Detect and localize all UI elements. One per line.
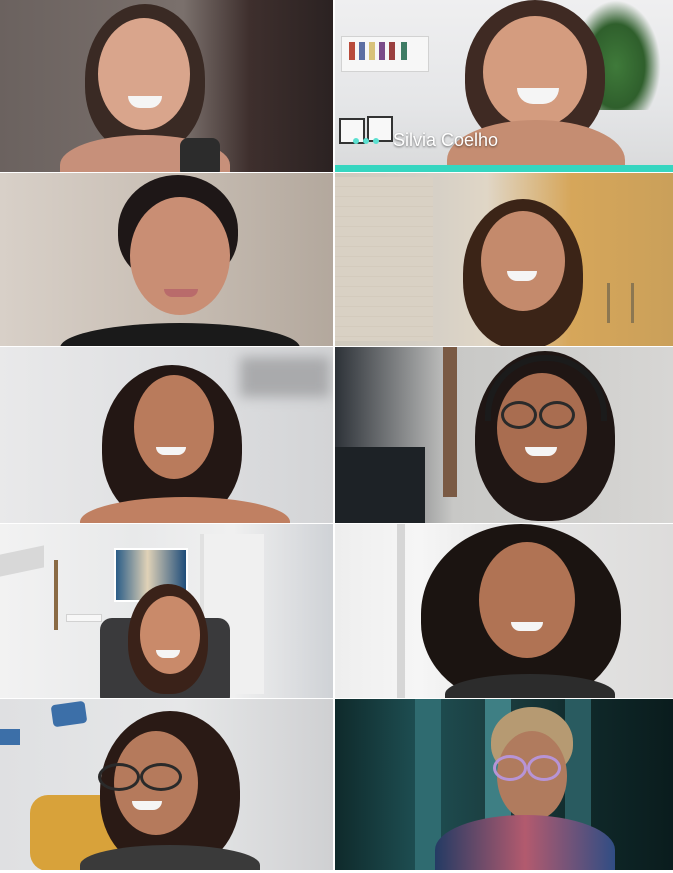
participant-tile-9[interactable]	[0, 699, 333, 871]
participant-video	[80, 357, 290, 523]
participant-video	[90, 574, 250, 698]
participant-video	[445, 193, 605, 346]
participant-name: Silvia Coelho	[393, 130, 499, 150]
participant-tile-4[interactable]	[335, 173, 673, 347]
glasses	[98, 763, 140, 791]
participant-tile-7[interactable]	[0, 524, 333, 699]
participant-tile-6[interactable]	[335, 347, 673, 524]
glasses	[140, 763, 182, 791]
participant-video	[445, 347, 645, 523]
participant-video	[40, 0, 240, 172]
participant-tile-1[interactable]	[0, 0, 333, 173]
participant-video	[435, 705, 615, 870]
participant-video	[80, 709, 270, 870]
glasses	[493, 755, 527, 781]
participant-video	[60, 173, 300, 346]
headphones	[485, 355, 607, 421]
participant-video	[405, 524, 655, 698]
participant-tile-2[interactable]: Silvia Coelho	[335, 0, 673, 173]
audio-dots-icon	[353, 138, 379, 144]
video-grid: Silvia Coelho	[0, 0, 673, 873]
participant-tile-8[interactable]	[335, 524, 673, 699]
participant-tile-3[interactable]	[0, 173, 333, 347]
window-blind	[335, 177, 433, 341]
participant-tile-10[interactable]	[335, 699, 673, 871]
glasses	[527, 755, 561, 781]
participant-tile-5[interactable]	[0, 347, 333, 524]
